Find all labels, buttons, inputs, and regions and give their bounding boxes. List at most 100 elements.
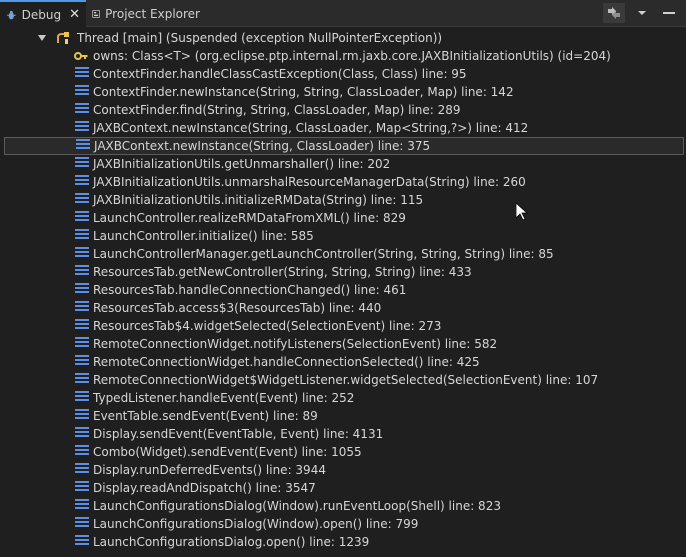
stack-frame-label: ContextFinder.find(String, String, Class… <box>93 103 461 117</box>
thread-icon <box>57 32 69 44</box>
stack-frame-label: RemoteConnectionWidget.handleConnectionS… <box>93 355 480 369</box>
stack-frame-icon <box>75 211 89 225</box>
stack-frame-icon <box>75 517 89 531</box>
stack-frame-label: ResourcesTab.handleConnectionChanged() l… <box>93 283 407 297</box>
tab-debug-label: Debug <box>21 7 62 22</box>
view-menu-icon <box>638 11 646 15</box>
stack-frame-icon <box>75 355 89 369</box>
stack-frame-label: Display.runDeferredEvents() line: 3944 <box>93 463 326 477</box>
stack-frame-label: EventTable.sendEvent(Event) line: 89 <box>93 409 318 423</box>
minimize-view-button[interactable] <box>603 3 625 23</box>
stack-frame-row[interactable]: TypedListener.handleEvent(Event) line: 2… <box>0 389 686 407</box>
stack-frame-row[interactable]: JAXBInitializationUtils.getUnmarshaller(… <box>0 155 686 173</box>
stack-frame-icon <box>75 427 89 441</box>
stack-frame-row[interactable]: Combo(Widget).sendEvent(Event) line: 105… <box>0 443 686 461</box>
stack-frame-icon <box>75 157 89 171</box>
stack-frame-label: Combo(Widget).sendEvent(Event) line: 105… <box>93 445 362 459</box>
stack-frame-icon <box>76 139 90 153</box>
view-tab-bar: Debug ✕ Project Explorer <box>0 0 686 27</box>
stack-frame-label: JAXBInitializationUtils.getUnmarshaller(… <box>93 157 391 171</box>
stack-frame-row[interactable]: ContextFinder.newInstance(String, String… <box>0 83 686 101</box>
stack-frame-label: LaunchController.realizeRMDataFromXML() … <box>93 211 406 225</box>
stack-frame-label: JAXBContext.newInstance(String, ClassLoa… <box>93 121 529 135</box>
stack-frame-row-selected[interactable]: JAXBContext.newInstance(String, ClassLoa… <box>4 137 684 155</box>
stack-frame-icon <box>75 283 89 297</box>
stack-frame-row[interactable]: EventTable.sendEvent(Event) line: 89 <box>0 407 686 425</box>
tab-project-explorer[interactable]: Project Explorer <box>86 0 206 27</box>
stack-frame-icon <box>75 499 89 513</box>
stack-frame-icon <box>75 301 89 315</box>
debug-bug-icon <box>6 10 16 19</box>
stack-frame-row[interactable]: RemoteConnectionWidget$WidgetListener.wi… <box>0 371 686 389</box>
stack-frame-label: JAXBInitializationUtils.unmarshalResourc… <box>93 175 526 189</box>
stack-frame-icon <box>75 481 89 495</box>
stack-frame-row[interactable]: JAXBContext.newInstance(String, ClassLoa… <box>0 119 686 137</box>
stack-frame-row[interactable]: RemoteConnectionWidget.handleConnectionS… <box>0 353 686 371</box>
tab-debug[interactable]: Debug ✕ <box>0 0 86 27</box>
stack-frame-icon <box>75 175 89 189</box>
key-icon <box>74 52 88 60</box>
stack-frame-row[interactable]: Display.runDeferredEvents() line: 3944 <box>0 461 686 479</box>
owns-label: owns: Class<T> (org.eclipse.ptp.internal… <box>93 49 611 63</box>
stack-frame-row[interactable]: LaunchController.initialize() line: 585 <box>0 227 686 245</box>
mouse-pointer-icon <box>516 203 528 221</box>
stack-frame-icon <box>75 67 89 81</box>
stack-frame-icon <box>75 85 89 99</box>
stack-frame-icon <box>75 193 89 207</box>
view-menu-button[interactable] <box>632 3 652 23</box>
stack-frame-icon <box>75 103 89 117</box>
stack-frame-label: ResourcesTab$4.widgetSelected(SelectionE… <box>93 319 442 333</box>
stack-frame-label: LaunchConfigurationsDialog(Window).runEv… <box>93 499 501 513</box>
stack-frame-label: ResourcesTab.access$3(ResourcesTab) line… <box>93 301 382 315</box>
debug-stack-tree[interactable]: Thread [main] (Suspended (exception Null… <box>0 28 686 557</box>
owns-monitor-node[interactable]: owns: Class<T> (org.eclipse.ptp.internal… <box>0 47 686 65</box>
stack-frame-label: ContextFinder.newInstance(String, String… <box>93 85 514 99</box>
stack-frame-row[interactable]: LaunchConfigurationsDialog.open() line: … <box>0 533 686 551</box>
tab-project-explorer-label: Project Explorer <box>105 6 200 21</box>
thread-label: Thread [main] (Suspended (exception Null… <box>77 31 443 45</box>
stack-frame-row[interactable]: JAXBInitializationUtils.initializeRMData… <box>0 191 686 209</box>
stack-frame-row[interactable]: RemoteConnectionWidget.notifyListeners(S… <box>0 335 686 353</box>
project-explorer-icon <box>92 9 100 18</box>
restore-view-icon <box>663 12 675 14</box>
stack-frame-row[interactable]: LaunchConfigurationsDialog(Window).open(… <box>0 515 686 533</box>
close-icon[interactable]: ✕ <box>69 8 80 21</box>
thread-node[interactable]: Thread [main] (Suspended (exception Null… <box>0 29 686 47</box>
stack-frame-row[interactable]: ResourcesTab.access$3(ResourcesTab) line… <box>0 299 686 317</box>
stack-frame-label: JAXBContext.newInstance(String, ClassLoa… <box>94 139 431 153</box>
expand-arrow-icon[interactable] <box>38 35 46 41</box>
stack-frame-icon <box>75 229 89 243</box>
stack-frame-icon <box>75 409 89 423</box>
stack-frame-label: RemoteConnectionWidget.notifyListeners(S… <box>93 337 498 351</box>
stack-frame-icon <box>75 121 89 135</box>
restore-view-button[interactable] <box>656 3 682 23</box>
stack-frame-row[interactable]: JAXBInitializationUtils.unmarshalResourc… <box>0 173 686 191</box>
stack-frame-icon <box>75 247 89 261</box>
stack-frame-icon <box>75 319 89 333</box>
stack-frame-label: LaunchControllerManager.getLaunchControl… <box>93 247 554 261</box>
stack-frame-row[interactable]: LaunchConfigurationsDialog(Window).runEv… <box>0 497 686 515</box>
stack-frame-label: TypedListener.handleEvent(Event) line: 2… <box>93 391 355 405</box>
stack-frame-label: ResourcesTab.getNewController(String, St… <box>93 265 472 279</box>
stack-frame-label: LaunchController.initialize() line: 585 <box>93 229 314 243</box>
stack-frame-row[interactable]: LaunchController.realizeRMDataFromXML() … <box>0 209 686 227</box>
stack-frame-row[interactable]: ContextFinder.handleClassCastException(C… <box>0 65 686 83</box>
stack-frame-label: ContextFinder.handleClassCastException(C… <box>93 67 467 81</box>
stack-frame-icon <box>75 445 89 459</box>
stack-frame-row[interactable]: ContextFinder.find(String, String, Class… <box>0 101 686 119</box>
stack-frame-icon <box>75 373 89 387</box>
stack-frame-icon <box>75 337 89 351</box>
stack-frame-label: RemoteConnectionWidget$WidgetListener.wi… <box>93 373 599 387</box>
stack-frame-label: LaunchConfigurationsDialog(Window).open(… <box>93 517 419 531</box>
stack-frame-row[interactable]: ResourcesTab$4.widgetSelected(SelectionE… <box>0 317 686 335</box>
stack-frame-label: Display.readAndDispatch() line: 3547 <box>93 481 316 495</box>
stack-frame-label: LaunchConfigurationsDialog.open() line: … <box>93 535 370 549</box>
stack-frame-label: JAXBInitializationUtils.initializeRMData… <box>93 193 424 207</box>
stack-frame-icon <box>75 535 89 549</box>
stack-frame-row[interactable]: ResourcesTab.getNewController(String, St… <box>0 263 686 281</box>
stack-frame-row[interactable]: Display.readAndDispatch() line: 3547 <box>0 479 686 497</box>
stack-frame-row[interactable]: Display.sendEvent(EventTable, Event) lin… <box>0 425 686 443</box>
stack-frame-row[interactable]: LaunchControllerManager.getLaunchControl… <box>0 245 686 263</box>
stack-frame-icon <box>75 391 89 405</box>
stack-frame-row[interactable]: ResourcesTab.handleConnectionChanged() l… <box>0 281 686 299</box>
